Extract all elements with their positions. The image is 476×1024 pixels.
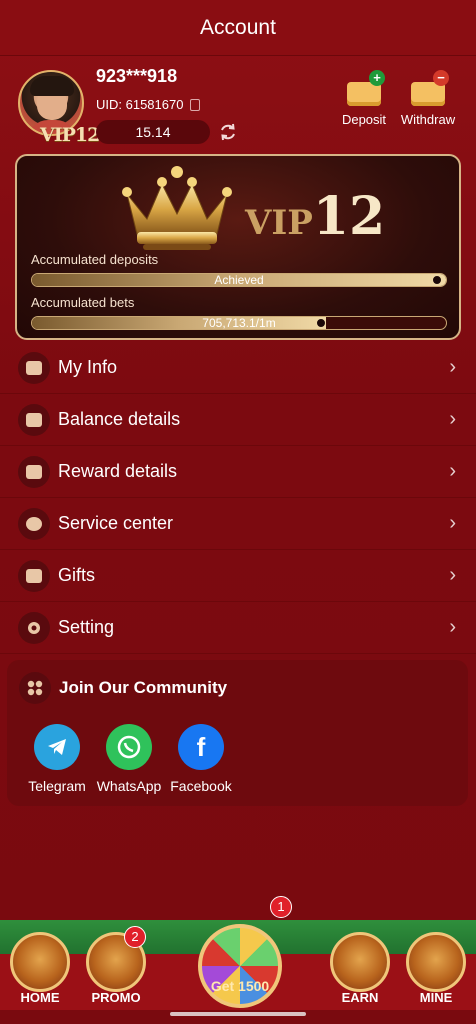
crown-icon	[122, 166, 232, 250]
profile-section: VIP12 923***918 UID: 61581670 15.14 + De…	[0, 60, 476, 150]
vip-level-title: VIP12	[245, 186, 385, 247]
whatsapp-label: WhatsApp	[96, 778, 162, 794]
facebook-icon: f	[178, 724, 224, 770]
vip-level-number: 12	[312, 186, 386, 247]
withdraw-label: Withdraw	[400, 112, 456, 127]
spin-wheel-button[interactable]	[198, 924, 282, 1008]
menu-item-label: Balance details	[58, 409, 181, 429]
vip-text: VIP	[245, 203, 313, 243]
withdraw-icon: −	[409, 70, 449, 106]
spin-reward-label: Get 1500	[210, 978, 270, 994]
deposit-label: Deposit	[341, 112, 387, 127]
app-header: Account	[0, 0, 476, 56]
username: 923***918	[96, 66, 178, 86]
withdraw-button[interactable]: − Withdraw	[395, 70, 461, 127]
spin-badge: 1	[270, 896, 292, 918]
menu-item-label: My Info	[58, 357, 118, 377]
facebook-link[interactable]: f Facebook	[161, 724, 241, 794]
earn-icon	[330, 932, 390, 992]
chevron-right-icon: ›	[449, 512, 456, 534]
menu-item-service-center[interactable]: Service center ›	[0, 498, 476, 550]
account-menu: My Info › Balance details › Reward detai…	[0, 342, 476, 654]
deposit-icon: +	[345, 70, 385, 106]
whatsapp-link[interactable]: WhatsApp	[89, 724, 169, 794]
wallet-icon	[18, 403, 50, 436]
community-title: Join Our Community	[59, 678, 228, 697]
menu-item-gifts[interactable]: Gifts ›	[0, 550, 476, 602]
bets-progress-bar: 705,713.1/1m	[31, 316, 447, 330]
menu-item-reward-details[interactable]: Reward details ›	[0, 446, 476, 498]
bets-label: Accumulated bets	[31, 295, 135, 310]
telegram-link[interactable]: Telegram	[17, 724, 97, 794]
home-icon	[10, 932, 70, 992]
deposits-status: Achieved	[214, 273, 264, 287]
community-card: Join Our Community Telegram WhatsApp f F…	[7, 660, 468, 806]
home-indicator[interactable]	[170, 1012, 306, 1016]
chevron-right-icon: ›	[449, 356, 456, 378]
balance-display: 15.14	[96, 120, 210, 144]
nav-mine[interactable]: MINE	[402, 932, 470, 1005]
nav-mine-label: MINE	[419, 990, 453, 1005]
deposits-progress-bar: Achieved	[31, 273, 447, 287]
uid-row: UID: 61581670	[96, 97, 201, 112]
bottom-navigation: HOME PROMO 2 1 Get 1500 EARN MINE	[0, 884, 476, 1024]
refresh-icon[interactable]	[218, 122, 238, 142]
nav-promo-label: PROMO	[91, 990, 141, 1005]
id-card-icon	[18, 351, 50, 384]
telegram-label: Telegram	[28, 778, 86, 794]
ticket-icon	[18, 559, 50, 592]
nav-promo[interactable]: PROMO 2	[82, 926, 150, 1005]
menu-item-label: Setting	[58, 617, 115, 637]
menu-item-setting[interactable]: Setting ›	[0, 602, 476, 654]
promo-badge: 2	[124, 926, 146, 948]
nav-home-label: HOME	[20, 990, 60, 1005]
avatar[interactable]: VIP12	[18, 70, 100, 146]
bets-status: 705,713.1/1m	[202, 316, 276, 330]
menu-item-label: Service center	[58, 513, 174, 533]
gift-icon	[18, 455, 50, 488]
nav-earn[interactable]: EARN	[326, 932, 394, 1005]
facebook-label: Facebook	[170, 778, 232, 794]
chevron-right-icon: ›	[449, 616, 456, 638]
uid-text: UID: 61581670	[96, 97, 184, 112]
nav-home[interactable]: HOME	[6, 932, 74, 1005]
chevron-right-icon: ›	[449, 460, 456, 482]
community-icon	[19, 672, 51, 704]
copy-icon[interactable]	[190, 98, 201, 111]
vip-card[interactable]: VIP12 Accumulated deposits Achieved Accu…	[15, 154, 461, 340]
deposit-button[interactable]: + Deposit	[331, 70, 397, 127]
chevron-right-icon: ›	[449, 408, 456, 430]
nav-earn-label: EARN	[341, 990, 379, 1005]
deposits-label: Accumulated deposits	[31, 252, 159, 267]
menu-item-balance-details[interactable]: Balance details ›	[0, 394, 476, 446]
menu-item-my-info[interactable]: My Info ›	[0, 342, 476, 394]
vip-badge: VIP12	[40, 124, 100, 146]
whatsapp-icon	[106, 724, 152, 770]
menu-item-label: Reward details	[58, 461, 178, 481]
mine-icon	[406, 932, 466, 992]
menu-item-label: Gifts	[58, 565, 96, 585]
telegram-icon	[34, 724, 80, 770]
chevron-right-icon: ›	[449, 564, 456, 586]
page-title: Account	[200, 15, 276, 39]
headset-icon	[18, 507, 50, 540]
gear-icon	[18, 611, 50, 644]
